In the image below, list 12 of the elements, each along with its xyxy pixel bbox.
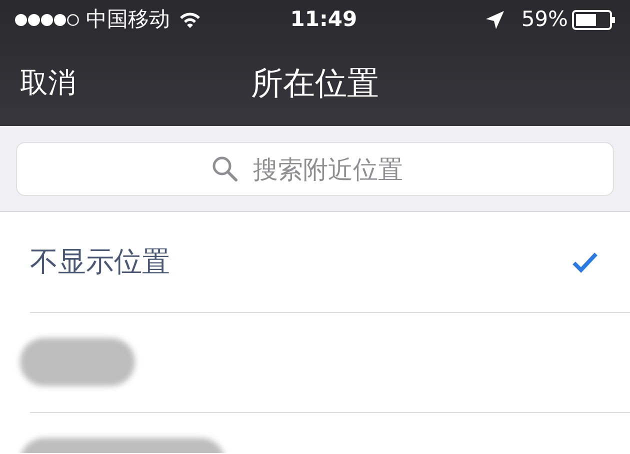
cancel-button[interactable]: 取消 bbox=[0, 61, 82, 105]
page-title: 所在位置 bbox=[251, 64, 379, 102]
search-icon bbox=[212, 156, 238, 182]
battery-icon bbox=[572, 10, 616, 30]
carrier-name: 中国移动 bbox=[86, 6, 170, 34]
search-field[interactable]: 搜索附近位置 bbox=[16, 142, 614, 196]
location-arrow-icon bbox=[485, 10, 506, 30]
battery-percent: 59% bbox=[521, 6, 568, 34]
signal-icon bbox=[14, 13, 82, 27]
wifi-icon bbox=[178, 11, 202, 29]
location-option[interactable]: 不显示位置 bbox=[0, 241, 572, 283]
clock-time: 11:49 bbox=[290, 7, 358, 32]
